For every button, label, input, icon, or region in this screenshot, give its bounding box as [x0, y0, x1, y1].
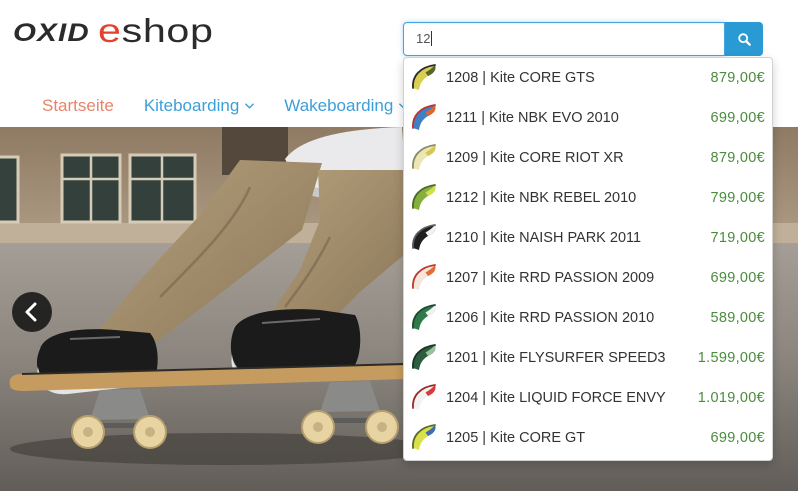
suggestion-price: 1.599,00€ [697, 350, 765, 366]
suggestion-price: 699,00€ [710, 270, 765, 286]
suggestion-price: 699,00€ [710, 110, 765, 126]
suggestion-item[interactable]: 1205 | Kite CORE GT 699,00€ [404, 418, 772, 458]
window [0, 155, 20, 224]
suggestion-item[interactable]: 1204 | Kite LIQUID FORCE ENVY 1.019,00€ [404, 378, 772, 418]
suggestion-price: 799,00€ [710, 190, 765, 206]
main-navigation: Startseite Kiteboarding Wakeboarding [42, 95, 438, 117]
suggestion-item[interactable]: 1211 | Kite NBK EVO 2010 699,00€ [404, 98, 772, 138]
suggestion-label: 1206 | Kite RRD PASSION 2010 [446, 310, 655, 326]
search-input[interactable]: 12 [403, 22, 725, 56]
nav-item-wakeboarding[interactable]: Wakeboarding [284, 95, 409, 117]
nav-item-label: Startseite [42, 96, 114, 115]
suggestion-label: 1205 | Kite CORE GT [446, 430, 586, 446]
suggestion-price: 879,00€ [710, 150, 765, 166]
suggestion-item[interactable]: 1208 | Kite CORE GTS 879,00€ [404, 58, 772, 98]
shop-logo[interactable]: OXID eshop [0, 0, 230, 56]
window [60, 153, 122, 224]
search-button[interactable] [725, 22, 763, 56]
suggestion-price: 1.019,00€ [697, 390, 765, 406]
suggestion-price: 719,00€ [710, 230, 765, 246]
suggestion-item[interactable]: 1206 | Kite RRD PASSION 2010 589,00€ [404, 298, 772, 338]
kite-thumbnail-icon [410, 143, 440, 173]
window [128, 153, 197, 224]
suggestion-price: 589,00€ [710, 310, 765, 326]
kite-thumbnail-icon [410, 183, 440, 213]
logo-oxid-text: OXID [13, 19, 90, 47]
nav-item-label: Kiteboarding [143, 96, 240, 115]
kite-thumbnail-icon [410, 63, 440, 93]
chevron-left-icon [25, 302, 37, 322]
suggestion-item[interactable]: 1201 | Kite FLYSURFER SPEED3 1.599,00€ [404, 338, 772, 378]
suggestion-item[interactable]: 1207 | Kite RRD PASSION 2009 699,00€ [404, 258, 772, 298]
kite-thumbnail-icon [410, 343, 440, 373]
page: OXID eshop 12 Startseite Kiteboarding Wa… [0, 0, 798, 491]
nav-item-label: Wakeboarding [284, 96, 394, 115]
suggestion-price: 879,00€ [710, 70, 765, 86]
search-icon [737, 32, 751, 46]
suggestion-label: 1201 | Kite FLYSURFER SPEED3 [446, 350, 666, 366]
suggestion-label: 1207 | Kite RRD PASSION 2009 [446, 270, 655, 286]
skateboard-truck [320, 381, 380, 412]
suggestion-label: 1208 | Kite CORE GTS [446, 70, 595, 86]
chevron-down-icon [245, 103, 255, 109]
logo-e-letter: e [98, 12, 122, 49]
suggestion-label: 1212 | Kite NBK REBEL 2010 [446, 190, 637, 206]
suggestion-list: 1208 | Kite CORE GTS 879,00€ 1211 | Kite… [403, 57, 773, 461]
text-cursor [431, 31, 433, 47]
logo-shop-letters: shop [121, 12, 214, 49]
kite-thumbnail-icon [410, 263, 440, 293]
kite-thumbnail-icon [410, 383, 440, 413]
suggestion-item[interactable]: 1210 | Kite NAISH PARK 2011 719,00€ [404, 218, 772, 258]
skateboard-truck [90, 389, 150, 420]
suggestion-price: 699,00€ [710, 430, 765, 446]
suggestion-label: 1210 | Kite NAISH PARK 2011 [446, 230, 642, 246]
suggestion-label: 1209 | Kite CORE RIOT XR [446, 150, 624, 166]
suggestion-label: 1211 | Kite NBK EVO 2010 [446, 110, 619, 126]
kite-thumbnail-icon [410, 423, 440, 453]
nav-item-kiteboarding[interactable]: Kiteboarding [143, 95, 255, 117]
kite-thumbnail-icon [410, 223, 440, 253]
suggestion-label: 1204 | Kite LIQUID FORCE ENVY [446, 390, 666, 406]
suggestion-item[interactable]: 1212 | Kite NBK REBEL 2010 799,00€ [404, 178, 772, 218]
carousel-prev-button[interactable] [12, 292, 52, 332]
kite-thumbnail-icon [410, 103, 440, 133]
logo-eshop-text: eshop [98, 14, 214, 47]
search-input-value: 12 [416, 31, 431, 46]
kite-thumbnail-icon [410, 303, 440, 333]
suggestion-item[interactable]: 1209 | Kite CORE RIOT XR 879,00€ [404, 138, 772, 178]
nav-item-startseite[interactable]: Startseite [42, 95, 114, 117]
